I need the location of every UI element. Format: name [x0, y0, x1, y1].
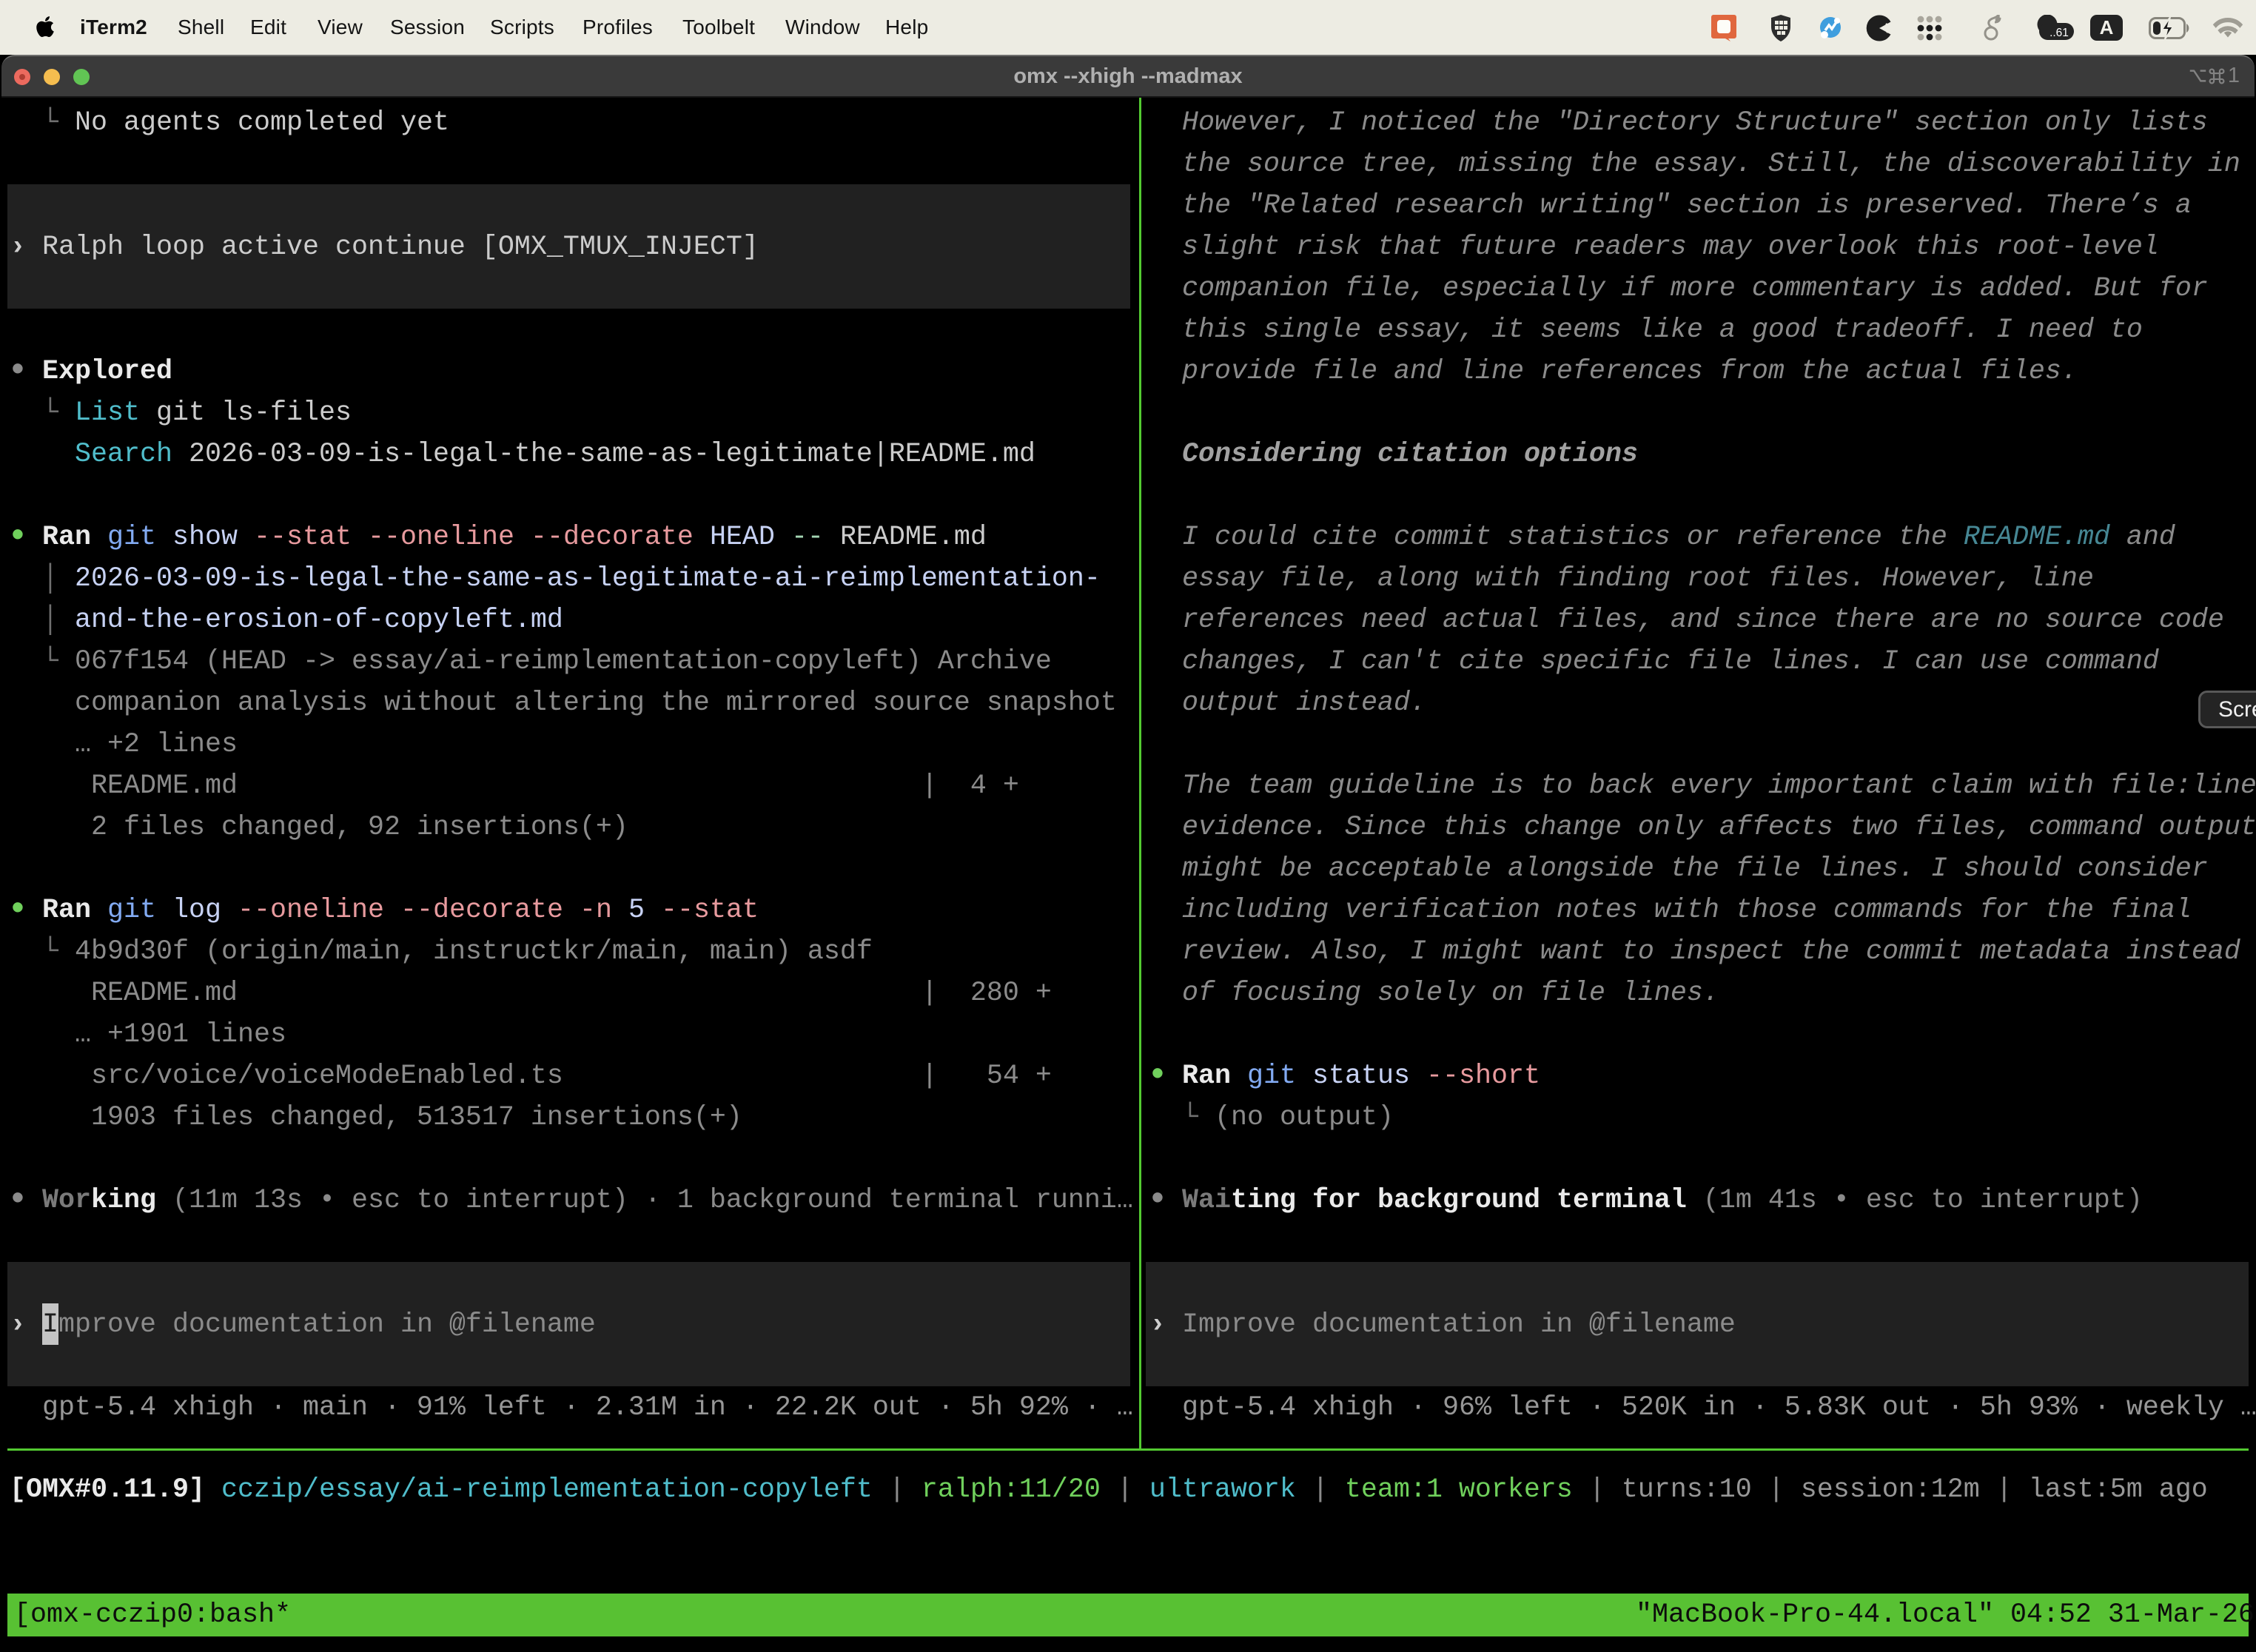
svg-text:..61: ..61: [2049, 27, 2069, 39]
